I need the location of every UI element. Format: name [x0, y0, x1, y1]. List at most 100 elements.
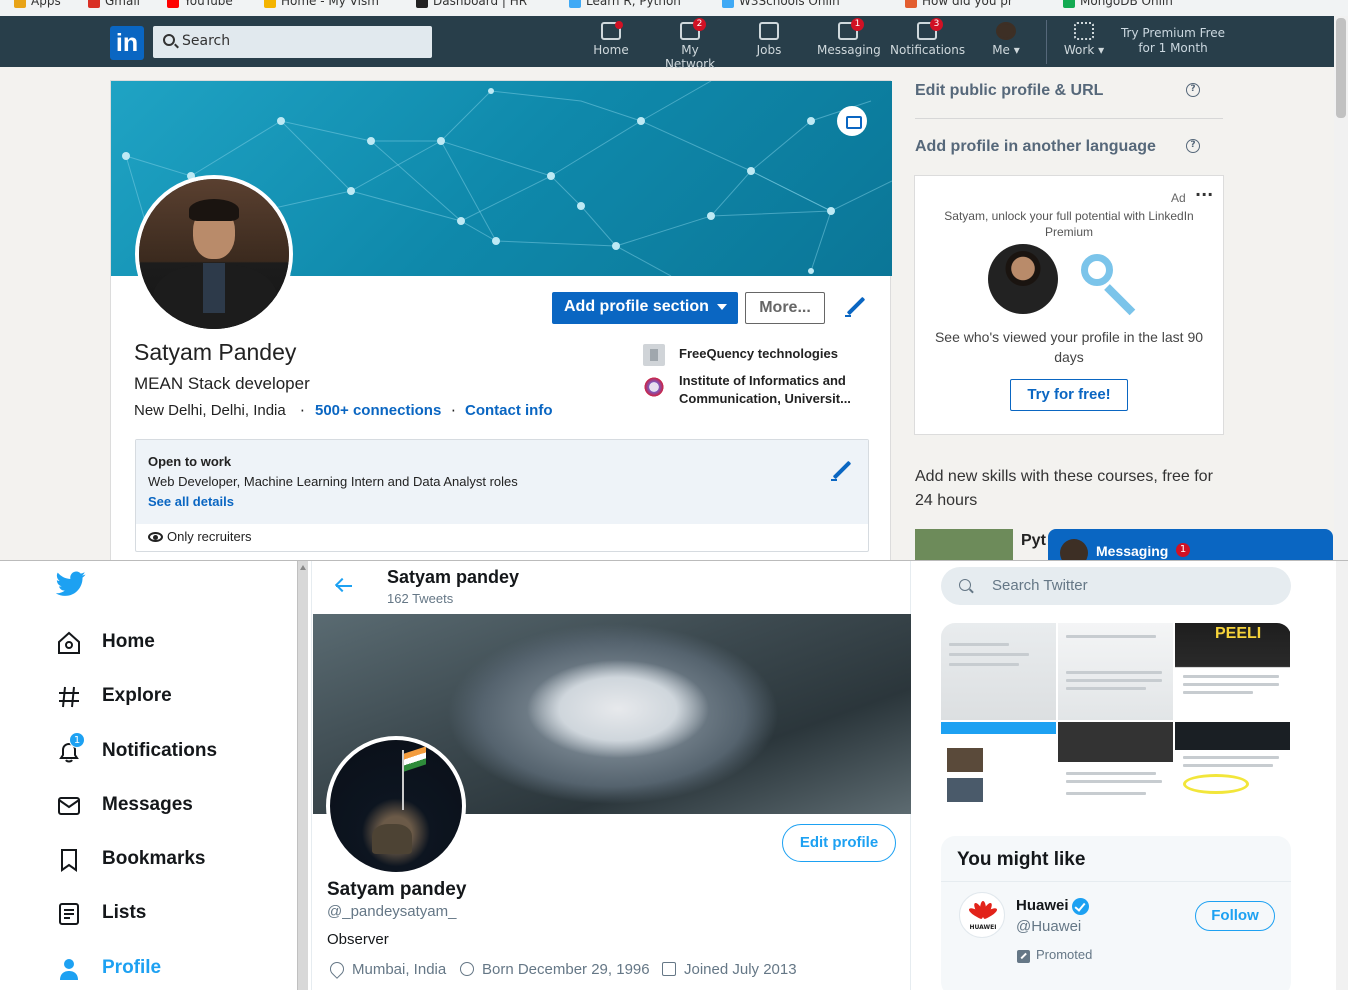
badge: 2	[693, 18, 706, 31]
w3schools-icon	[722, 0, 734, 8]
twitter-logo-icon[interactable]	[56, 571, 86, 597]
nav-work[interactable]: Work ▾	[1058, 22, 1110, 57]
nav-label: Home	[593, 43, 629, 57]
contact-info-link[interactable]: Contact info	[465, 402, 553, 419]
courses-heading: Add new skills with these courses, free …	[915, 468, 1213, 509]
course-title[interactable]: Pyt	[1021, 532, 1046, 550]
bookmark-gmail[interactable]: Gmail	[88, 0, 140, 8]
nav-label: Jobs	[756, 43, 782, 57]
bookmark-label: Dashboard | HR	[433, 0, 528, 8]
media-thumbnail[interactable]	[1175, 722, 1290, 819]
profile-headline: MEAN Stack developer	[134, 374, 310, 393]
thumbnail-title: PEELI	[1215, 625, 1262, 642]
profile-photo[interactable]	[326, 736, 466, 876]
hashtag-icon	[59, 686, 79, 708]
media-thumbnail[interactable]	[941, 722, 1056, 819]
linkedin-logo[interactable]: in	[110, 26, 144, 60]
nav-label: Profile	[102, 957, 162, 978]
bookmark-w3schools[interactable]: W3Schools Onlin	[722, 0, 840, 8]
key-icon	[1077, 250, 1147, 320]
linkedin-window: in Search Home 2 My Network Jobs 1 Messa…	[0, 16, 1348, 560]
balloon-icon	[460, 962, 474, 976]
bookmark-vism[interactable]: Home - My Vism	[264, 0, 379, 8]
camera-icon[interactable]	[837, 106, 867, 136]
bookmark-youtube[interactable]: YouTube	[167, 0, 233, 8]
avatar	[1060, 539, 1088, 560]
search-placeholder: Search Twitter	[992, 577, 1088, 594]
nav-my-network[interactable]: 2 My Network	[655, 18, 725, 71]
windows-icon	[264, 0, 276, 8]
course-thumbnail[interactable]	[915, 529, 1013, 560]
bookmark-howdid[interactable]: How did you pr	[905, 0, 1013, 8]
tweet-count: 162 Tweets	[387, 591, 454, 606]
scrollbar[interactable]	[1334, 16, 1348, 560]
scrollbar-thumb[interactable]	[1336, 18, 1346, 118]
help-icon[interactable]: ?	[1186, 139, 1200, 153]
bookmark-learn[interactable]: Learn R, Python	[569, 0, 681, 8]
profile-handle: @_pandeysatyam_	[327, 903, 457, 920]
twitter-search-input[interactable]: Search Twitter	[941, 567, 1291, 605]
nav-jobs[interactable]: Jobs	[751, 22, 787, 57]
media-thumbnail[interactable]	[1058, 722, 1173, 819]
datacamp-icon	[569, 0, 581, 8]
nav-me[interactable]: Me ▾	[986, 22, 1026, 57]
nav-messaging[interactable]: 1 Messaging	[817, 18, 881, 57]
bookmark-apps[interactable]: Apps	[14, 0, 61, 8]
current-company[interactable]: FreeQuency technologies	[679, 346, 838, 361]
chevron-down-icon	[716, 303, 727, 310]
profile-joined: Joined July 2013	[662, 961, 797, 978]
bookmark-mongodb[interactable]: MongoDB Onlin	[1063, 0, 1173, 8]
follow-button[interactable]: Follow	[1195, 901, 1275, 931]
bookmark-label: Apps	[31, 0, 61, 8]
edit-public-profile-link[interactable]: Edit public profile & URL	[915, 82, 1103, 100]
bookmark-hr[interactable]: Dashboard | HR	[416, 0, 527, 8]
add-language-profile-link[interactable]: Add profile in another language	[915, 138, 1156, 156]
back-arrow-icon[interactable]	[334, 577, 356, 595]
nav-notifications[interactable]: 3 Notifications	[890, 18, 965, 57]
media-thumbnail[interactable]: PEELI	[1175, 623, 1290, 720]
media-thumbnail[interactable]	[941, 623, 1056, 720]
scrollbar[interactable]	[297, 561, 308, 990]
linkedin-navbar: in Search Home 2 My Network Jobs 1 Messa…	[0, 16, 1334, 71]
account-name[interactable]: Huawei	[1016, 897, 1069, 914]
linkedin-search-input[interactable]: Search	[153, 26, 432, 58]
gmail-icon	[88, 0, 100, 8]
profile-location: New Delhi, Delhi, India	[134, 402, 286, 419]
ad-text: Satyam, unlock your full potential with …	[944, 209, 1194, 239]
connections-link[interactable]: 500+ connections	[315, 402, 441, 419]
add-profile-section-button[interactable]: Add profile section	[552, 292, 738, 324]
edit-pencil-icon[interactable]	[831, 460, 853, 482]
home-icon	[58, 631, 80, 654]
help-icon[interactable]: ?	[1186, 83, 1200, 97]
education[interactable]: Institute of Informatics and Communicati…	[679, 372, 879, 408]
button-label: Add profile section	[564, 298, 709, 315]
profile-location: Mumbai, India	[327, 959, 447, 979]
more-options-icon[interactable]: ···	[1195, 185, 1213, 204]
try-for-free-button[interactable]: Try for free!	[1010, 379, 1128, 411]
huawei-avatar[interactable]: HUAWEI	[959, 892, 1005, 938]
badge: 1	[1176, 543, 1190, 557]
media-thumbnail[interactable]	[1058, 623, 1173, 720]
people-icon: 2	[680, 18, 706, 40]
separator-dot: ·	[300, 402, 305, 420]
scrollbar[interactable]	[1336, 561, 1348, 990]
home-icon	[601, 21, 623, 40]
nav-label: Explore	[102, 685, 172, 706]
list-icon	[59, 903, 79, 925]
profile-photo[interactable]	[135, 175, 293, 333]
apps-icon	[14, 0, 26, 8]
more-button[interactable]: More...	[745, 292, 825, 324]
location-text: Mumbai, India	[352, 961, 447, 978]
twitter-window: Home Explore 1 Notifications Messages Bo…	[0, 560, 1348, 990]
chat-icon: 1	[838, 18, 864, 40]
edit-pencil-icon[interactable]	[845, 296, 867, 318]
bell-icon: 3	[917, 18, 943, 40]
see-all-details-link[interactable]: See all details	[148, 494, 234, 509]
profile-card: Add profile section More... Satyam Pande…	[110, 80, 892, 560]
avatar-icon	[996, 22, 1016, 40]
nav-home[interactable]: Home	[593, 21, 629, 57]
premium-link[interactable]: Try Premium Free for 1 Month	[1113, 26, 1233, 56]
briefcase-icon	[759, 22, 779, 40]
edit-profile-button[interactable]: Edit profile	[782, 824, 896, 862]
messaging-overlay[interactable]: Messaging 1	[1048, 529, 1333, 560]
